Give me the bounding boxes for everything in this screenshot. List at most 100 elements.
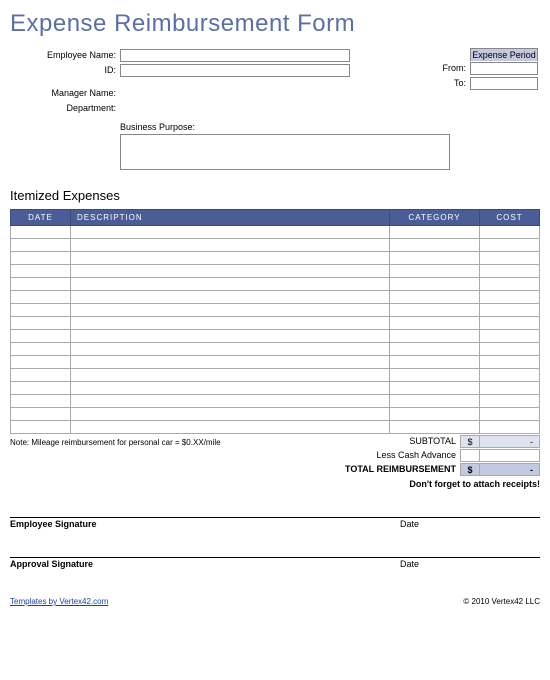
- table-row: [11, 369, 540, 382]
- table-cell[interactable]: [480, 408, 540, 421]
- table-cell[interactable]: [11, 252, 71, 265]
- table-cell[interactable]: [71, 356, 390, 369]
- table-row: [11, 356, 540, 369]
- table-cell[interactable]: [390, 239, 480, 252]
- table-cell[interactable]: [390, 252, 480, 265]
- table-cell[interactable]: [390, 356, 480, 369]
- table-cell[interactable]: [11, 265, 71, 278]
- templates-link[interactable]: Templates by Vertex42.com: [10, 597, 108, 606]
- table-cell[interactable]: [11, 408, 71, 421]
- business-purpose-label: Business Purpose:: [10, 122, 200, 132]
- table-cell[interactable]: [71, 265, 390, 278]
- table-row: [11, 291, 540, 304]
- id-input[interactable]: [120, 64, 350, 77]
- less-cash-label: Less Cash Advance: [292, 450, 460, 460]
- table-cell[interactable]: [11, 356, 71, 369]
- table-cell[interactable]: [11, 382, 71, 395]
- table-cell[interactable]: [390, 291, 480, 304]
- employee-signature-label: Employee Signature: [10, 519, 400, 529]
- itemized-section-title: Itemized Expenses: [10, 188, 540, 203]
- table-cell[interactable]: [11, 239, 71, 252]
- table-cell[interactable]: [480, 356, 540, 369]
- table-cell[interactable]: [71, 330, 390, 343]
- expense-period-column: Expense Period From: To:: [360, 48, 540, 116]
- table-cell[interactable]: [71, 317, 390, 330]
- signature-section: Employee Signature Date Approval Signatu…: [10, 517, 540, 569]
- less-cash-value[interactable]: [480, 449, 540, 462]
- table-cell[interactable]: [390, 343, 480, 356]
- table-cell[interactable]: [71, 382, 390, 395]
- approval-signature-label: Approval Signature: [10, 559, 400, 569]
- table-cell[interactable]: [390, 369, 480, 382]
- table-cell[interactable]: [71, 343, 390, 356]
- table-cell[interactable]: [71, 369, 390, 382]
- table-cell[interactable]: [390, 382, 480, 395]
- col-cost: COST: [480, 210, 540, 226]
- copyright: © 2010 Vertex42 LLC: [463, 597, 540, 606]
- totals-block: SUBTOTAL $ - Less Cash Advance TOTAL REI…: [292, 434, 540, 489]
- table-cell[interactable]: [71, 304, 390, 317]
- table-cell[interactable]: [71, 278, 390, 291]
- table-cell[interactable]: [11, 291, 71, 304]
- employee-name-input[interactable]: [120, 49, 350, 62]
- table-cell[interactable]: [11, 317, 71, 330]
- table-cell[interactable]: [11, 421, 71, 434]
- employee-name-label: Employee Name:: [10, 50, 120, 60]
- table-cell[interactable]: [71, 421, 390, 434]
- footer: Templates by Vertex42.com © 2010 Vertex4…: [10, 597, 540, 606]
- table-cell[interactable]: [11, 278, 71, 291]
- expense-period-header: Expense Period: [470, 48, 538, 61]
- table-cell[interactable]: [390, 226, 480, 239]
- col-category: CATEGORY: [390, 210, 480, 226]
- table-cell[interactable]: [390, 408, 480, 421]
- table-cell[interactable]: [390, 317, 480, 330]
- table-cell[interactable]: [480, 304, 540, 317]
- table-cell[interactable]: [11, 304, 71, 317]
- table-cell[interactable]: [71, 239, 390, 252]
- table-cell[interactable]: [480, 226, 540, 239]
- to-label: To:: [360, 78, 470, 88]
- table-cell[interactable]: [480, 330, 540, 343]
- table-cell[interactable]: [480, 239, 540, 252]
- department-input[interactable]: [120, 102, 350, 115]
- table-cell[interactable]: [390, 330, 480, 343]
- table-cell[interactable]: [71, 226, 390, 239]
- table-cell[interactable]: [11, 369, 71, 382]
- table-cell[interactable]: [480, 317, 540, 330]
- table-cell[interactable]: [390, 278, 480, 291]
- table-cell[interactable]: [390, 421, 480, 434]
- table-cell[interactable]: [390, 304, 480, 317]
- to-input[interactable]: [470, 77, 538, 90]
- table-cell[interactable]: [480, 343, 540, 356]
- table-cell[interactable]: [11, 330, 71, 343]
- table-cell[interactable]: [71, 395, 390, 408]
- table-cell[interactable]: [480, 278, 540, 291]
- table-row: [11, 278, 540, 291]
- table-cell[interactable]: [71, 408, 390, 421]
- business-purpose-input[interactable]: [120, 134, 450, 170]
- manager-name-input[interactable]: [120, 87, 350, 100]
- table-cell[interactable]: [480, 369, 540, 382]
- table-cell[interactable]: [480, 265, 540, 278]
- table-cell[interactable]: [480, 421, 540, 434]
- table-cell[interactable]: [11, 343, 71, 356]
- table-cell[interactable]: [480, 291, 540, 304]
- table-cell[interactable]: [480, 252, 540, 265]
- total-reimbursement-currency: $: [460, 463, 480, 476]
- col-description: DESCRIPTION: [71, 210, 390, 226]
- less-cash-currency: [460, 449, 480, 462]
- table-cell[interactable]: [11, 395, 71, 408]
- table-cell[interactable]: [71, 291, 390, 304]
- table-cell[interactable]: [480, 382, 540, 395]
- table-cell[interactable]: [71, 252, 390, 265]
- table-cell[interactable]: [390, 265, 480, 278]
- top-fields-section: Employee Name: ID: Manager Name: Departm…: [10, 48, 540, 116]
- table-cell[interactable]: [480, 395, 540, 408]
- table-cell[interactable]: [390, 395, 480, 408]
- table-cell[interactable]: [11, 226, 71, 239]
- form-title: Expense Reimbursement Form: [10, 10, 540, 38]
- receipts-reminder: Don't forget to attach receipts!: [292, 479, 540, 489]
- from-input[interactable]: [470, 62, 538, 75]
- subtotal-currency: $: [460, 435, 480, 448]
- table-row: [11, 239, 540, 252]
